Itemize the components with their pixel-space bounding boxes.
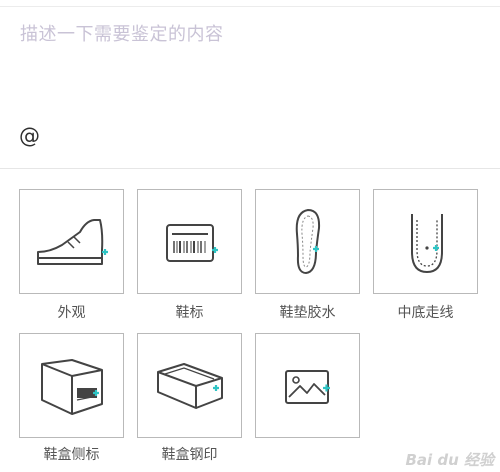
photo-tile-shoe-tag[interactable] <box>137 189 242 294</box>
insole-icon <box>295 208 321 275</box>
tile-label-insole-glue: 鞋垫胶水 <box>279 305 336 321</box>
shoebox-stamp-icon <box>157 363 223 409</box>
image-upload-icon <box>285 370 330 404</box>
description-input[interactable]: 描述一下需要鉴定的内容 <box>20 20 224 46</box>
photo-tile-insole-glue[interactable] <box>255 189 360 294</box>
photo-tile-shoebox-side-label[interactable] <box>19 333 124 438</box>
mention-button[interactable]: @ <box>19 124 40 148</box>
watermark-text: Bai du 经验 <box>405 451 494 469</box>
photo-tile-shoebox-stamp[interactable] <box>137 333 242 438</box>
tile-label-appearance: 外观 <box>57 305 86 321</box>
add-image-tile[interactable] <box>255 333 360 438</box>
tile-label-shoebox-stamp: 鞋盒钢印 <box>161 447 218 463</box>
midsole-stitching-icon <box>411 214 443 274</box>
tile-label-shoebox-side-label: 鞋盒侧标 <box>43 447 100 463</box>
barcode-tag-icon <box>166 224 218 262</box>
tile-label-midsole-stitching: 中底走线 <box>397 305 454 321</box>
photo-tile-appearance[interactable] <box>19 189 124 294</box>
sneaker-icon <box>37 219 108 265</box>
section-divider <box>0 168 500 169</box>
top-divider <box>0 6 500 7</box>
tile-label-shoe-tag: 鞋标 <box>175 305 204 321</box>
photo-tile-midsole-stitching[interactable] <box>373 189 478 294</box>
shoebox-side-label-icon <box>41 359 103 415</box>
